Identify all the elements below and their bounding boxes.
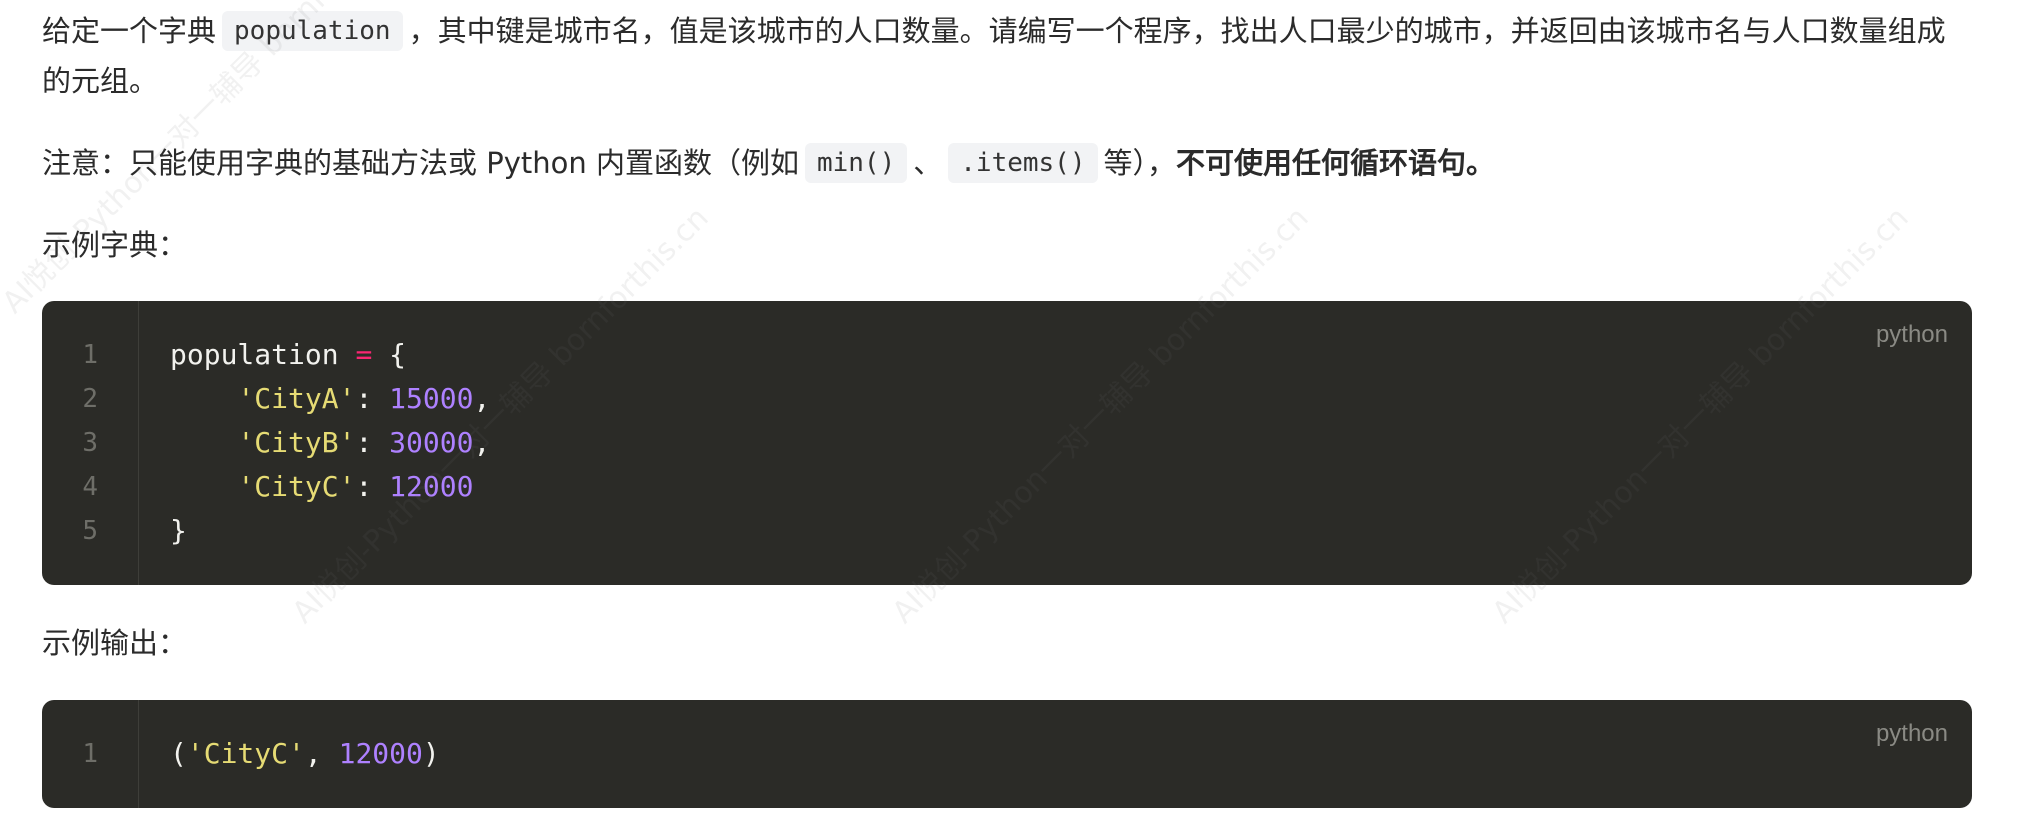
code-colon: : <box>355 382 373 415</box>
code-line: 'CityB': 30000, <box>170 421 490 465</box>
code-brace: { <box>389 338 407 371</box>
code-line: population = { <box>170 333 406 377</box>
code-line: 'CityC': 12000 <box>170 465 473 509</box>
problem-description: 给定一个字典 population ，其中键是城市名，值是该城市的人口数量。请编写一… <box>42 6 1972 106</box>
code-number: 30000 <box>389 426 474 459</box>
line-number: 4 <box>82 472 98 502</box>
code-colon: : <box>355 470 373 503</box>
code-comma: , <box>473 426 491 459</box>
line-number: 2 <box>82 384 98 414</box>
code-line: 'CityA': 15000, <box>170 377 490 421</box>
code-string: 'CityC' <box>186 737 305 770</box>
code-brace: } <box>170 514 187 547</box>
inline-code-population: population <box>222 11 403 51</box>
code-colon: : <box>355 426 373 459</box>
line-number: 1 <box>82 340 98 370</box>
code-number: 12000 <box>389 470 474 503</box>
inline-code-items: .items() <box>948 143 1098 183</box>
note-separator: 、 <box>913 146 943 180</box>
line-number: 3 <box>82 428 98 458</box>
code-paren: ) <box>422 737 440 770</box>
code-paren: ( <box>170 737 187 770</box>
code-line: ('CityC', 12000) <box>170 732 440 776</box>
code-block-example-dict[interactable]: 1 2 3 4 5 population = { 'CityA': 15000,… <box>42 301 1972 585</box>
example-dict-heading: 示例字典： <box>42 228 188 262</box>
code-comma: , <box>473 382 491 415</box>
inline-code-min: min() <box>804 143 908 183</box>
line-number-gutter: 1 2 3 4 5 <box>42 301 139 585</box>
line-number: 5 <box>82 516 98 546</box>
code-string-key: 'CityB' <box>237 426 356 459</box>
code-string-key: 'CityA' <box>237 382 356 415</box>
note-text-start: 注意：只能使用字典的基础方法或 Python 内置函数（例如 <box>42 146 799 180</box>
constraint-note: 注意：只能使用字典的基础方法或 Python 内置函数（例如 min()、 .ite… <box>42 138 1972 188</box>
code-number: 15000 <box>389 382 474 415</box>
page: 给定一个字典 population ，其中键是城市名，值是该城市的人口数量。请编写一… <box>0 0 2020 824</box>
note-text-mid: 等）， <box>1103 146 1177 180</box>
code-variable: population <box>170 338 339 371</box>
code-number: 12000 <box>338 737 423 770</box>
line-number-gutter: 1 <box>42 700 139 808</box>
code-operator: = <box>355 338 373 371</box>
line-number: 1 <box>82 739 98 769</box>
code-separator: , <box>304 737 339 770</box>
example-output-heading: 示例输出： <box>42 626 188 660</box>
code-block-example-output[interactable]: 1 ('CityC', 12000) python <box>42 700 1972 808</box>
description-text-start: 给定一个字典 <box>42 14 217 48</box>
language-label: python <box>1875 720 1948 747</box>
code-line: } <box>170 509 187 553</box>
language-label: python <box>1875 321 1948 348</box>
code-string-key: 'CityC' <box>237 470 356 503</box>
note-bold-warning: 不可使用任何循环语句。 <box>1176 146 1496 180</box>
